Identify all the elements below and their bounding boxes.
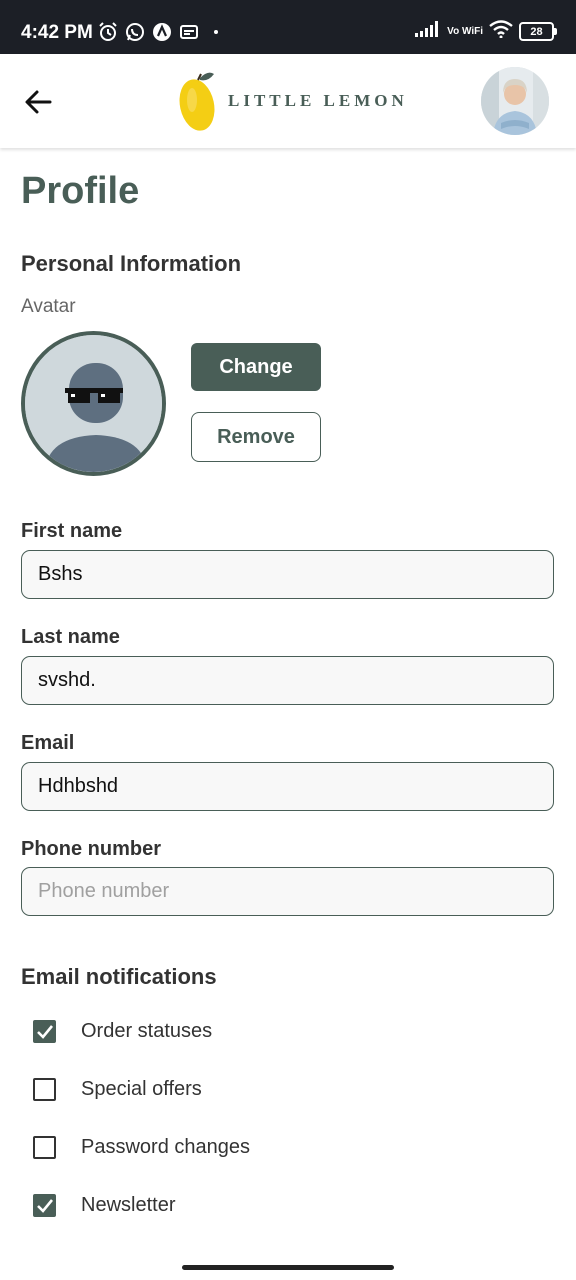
email-label: Email [21, 732, 75, 754]
email-notifications-heading: Email notifications [21, 964, 217, 989]
logo-text: LITTLE LEMON [228, 91, 408, 110]
checkmark-icon [36, 1198, 53, 1213]
whatsapp-icon [125, 22, 145, 42]
app-header: LITTLE LEMON [0, 54, 576, 148]
checkbox-newsletter[interactable]: Newsletter [33, 1194, 175, 1217]
checkbox-checked[interactable] [33, 1194, 56, 1217]
checkbox-unchecked[interactable] [33, 1078, 56, 1101]
avatar-placeholder-icon [25, 335, 162, 472]
first-name-value: Bshs [38, 563, 83, 585]
personal-info-heading: Personal Information [21, 251, 242, 276]
vowifi-label: Vo WiFi [447, 26, 483, 37]
checkbox-label: Password changes [81, 1136, 250, 1158]
wifi-icon [489, 20, 513, 43]
email-field[interactable]: Hdhbshd [21, 762, 554, 811]
checkbox-label: Order statuses [81, 1020, 213, 1042]
checkbox-order-statuses[interactable]: Order statuses [33, 1020, 212, 1043]
signal-icon [415, 21, 441, 42]
logo: LITTLE LEMON [178, 70, 408, 132]
alarm-icon [98, 22, 118, 42]
checkbox-label: Newsletter [81, 1194, 176, 1216]
checkbox-password-changes[interactable]: Password changes [33, 1136, 250, 1159]
change-avatar-button[interactable]: Change [191, 343, 321, 391]
first-name-label: First name [21, 520, 123, 542]
arrow-left-icon [25, 90, 52, 114]
last-name-value: svshd. [38, 669, 96, 691]
checkbox-label: Special offers [81, 1078, 202, 1100]
page-title: Profile [21, 170, 140, 212]
battery-indicator: 28 [519, 22, 557, 41]
app-icon [152, 22, 172, 42]
phone-label: Phone number [21, 838, 162, 860]
status-left-icons [98, 22, 218, 42]
phone-placeholder: Phone number [38, 880, 170, 902]
checkbox-checked[interactable] [33, 1020, 56, 1043]
first-name-field[interactable]: Bshs [21, 550, 554, 599]
user-photo [481, 67, 549, 135]
status-right: Vo WiFi 28 [415, 20, 557, 43]
last-name-label: Last name [21, 626, 120, 648]
status-time: 4:42 PM [21, 22, 93, 43]
email-value: Hdhbshd [38, 775, 119, 797]
checkbox-special-offers[interactable]: Special offers [33, 1078, 202, 1101]
phone-field[interactable]: Phone number [21, 867, 554, 916]
last-name-field[interactable]: svshd. [21, 656, 554, 705]
checkbox-unchecked[interactable] [33, 1136, 56, 1159]
remove-avatar-button[interactable]: Remove [191, 412, 321, 462]
lemon-logo-icon [179, 72, 215, 131]
checkmark-icon [36, 1024, 53, 1039]
notification-dot [214, 30, 218, 34]
profile-avatar-button[interactable] [481, 67, 549, 135]
avatar-label: Avatar [21, 296, 76, 317]
back-button[interactable] [20, 84, 56, 120]
home-indicator[interactable] [182, 1265, 394, 1270]
media-icon [179, 22, 199, 42]
status-bar: 4:42 PM Vo WiFi 28 [0, 0, 576, 54]
avatar-image [21, 331, 166, 476]
